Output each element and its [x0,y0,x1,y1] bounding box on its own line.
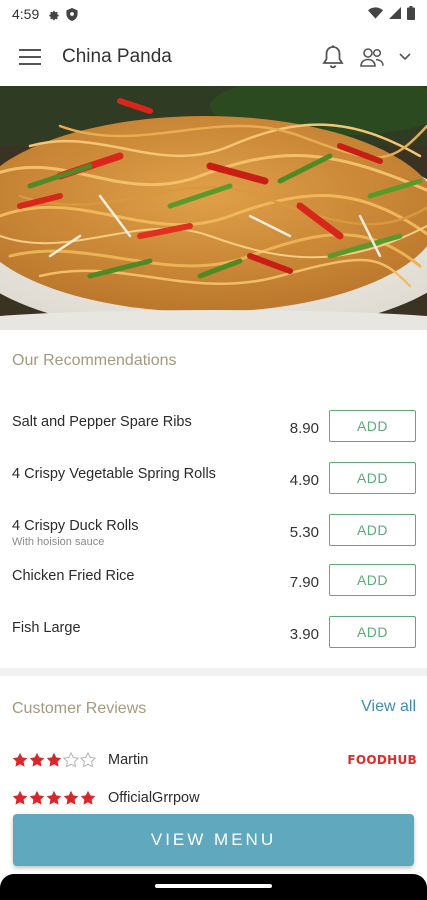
recommendations-title: Our Recommendations [12,352,177,369]
reviewer-name: Martin [108,752,149,768]
settings-gear-icon [47,8,60,21]
star-filled-icon [29,752,45,767]
menu-item: 4 Crispy Vegetable Spring Rolls 4.90 ADD [0,460,427,504]
star-filled-icon [29,790,45,805]
chevron-down-icon[interactable] [399,53,411,61]
signal-icon [389,6,401,22]
add-button[interactable]: ADD [329,616,416,648]
add-button[interactable]: ADD [329,410,416,442]
star-rating [12,790,96,806]
menu-item-name: Salt and Pepper Spare Ribs [12,414,192,430]
star-filled-icon [80,790,96,805]
menu-item-name: 4 Crispy Vegetable Spring Rolls [12,466,216,482]
page-title: China Panda [62,46,172,67]
menu-item-price: 3.90 [289,626,319,643]
add-button[interactable]: ADD [329,564,416,596]
menu-item-name: Fish Large [12,620,81,636]
status-bar: 4:59 [0,0,427,28]
menu-item-price: 7.90 [289,574,319,591]
review-row: OfficialGrrpow [12,786,417,810]
app-bar: China Panda [0,28,427,86]
foodhub-logo: FOODHUB [347,753,417,767]
star-empty-icon [80,752,96,768]
status-time: 4:59 [12,6,40,22]
menu-item: Fish Large 3.90 ADD [0,614,427,658]
menu-item: Chicken Fried Rice 7.90 ADD [0,562,427,606]
menu-item: 4 Crispy Duck Rolls With hoision sauce 5… [0,512,427,556]
shield-icon [66,7,78,21]
add-button[interactable]: ADD [329,462,416,494]
star-rating [12,752,96,768]
star-empty-icon [63,752,79,768]
wifi-icon [368,6,383,22]
menu-item: Salt and Pepper Spare Ribs 8.90 ADD [0,408,427,452]
menu-item-price: 5.30 [289,524,319,541]
add-button[interactable]: ADD [329,514,416,546]
hero-food-image [0,86,427,330]
reviewer-name: OfficialGrrpow [108,790,200,806]
account-users-icon[interactable] [359,47,385,67]
system-nav-bar [0,874,427,900]
star-filled-icon [12,752,28,767]
notification-bell-icon[interactable] [321,44,345,70]
menu-item-name: Chicken Fried Rice [12,568,135,584]
reviews-section: Customer Reviews View all Martin FOODHUB… [0,676,427,816]
hamburger-menu-icon[interactable] [16,43,44,71]
star-filled-icon [12,790,28,805]
menu-item-description: With hoision sauce [12,536,105,548]
star-filled-icon [63,790,79,805]
recommendations-section: Our Recommendations Salt and Pepper Spar… [0,330,427,668]
menu-item-name: 4 Crispy Duck Rolls [12,518,139,534]
menu-item-price: 8.90 [289,420,319,437]
reviews-title: Customer Reviews [12,700,147,717]
battery-icon [407,5,415,23]
star-filled-icon [46,790,62,805]
menu-item-price: 4.90 [289,472,319,489]
star-filled-icon [46,752,62,767]
view-all-link[interactable]: View all [361,698,416,716]
home-gesture-handle[interactable] [155,884,272,888]
section-divider [0,668,427,676]
view-menu-button[interactable]: VIEW MENU [13,814,414,866]
review-row: Martin FOODHUB [12,748,417,772]
